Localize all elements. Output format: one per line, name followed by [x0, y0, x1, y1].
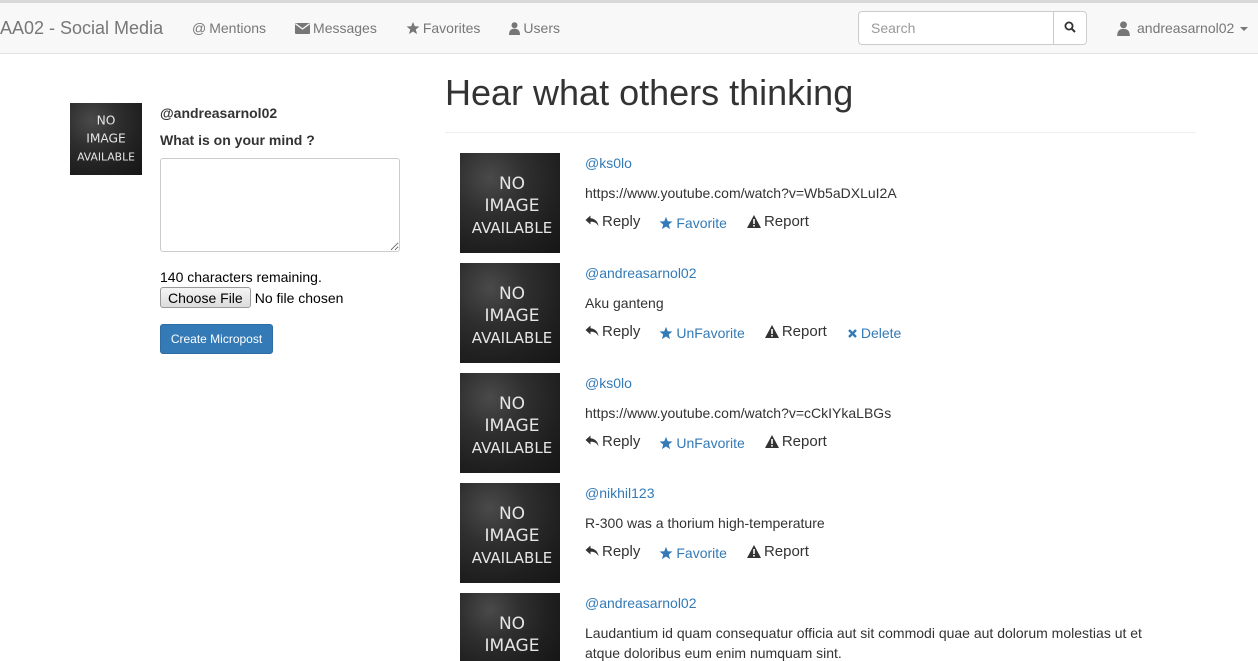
post-actions: Reply Favorite Report: [585, 211, 809, 231]
feed-divider: [445, 132, 1196, 133]
svg-text:NO: NO: [499, 614, 525, 634]
unfavorite-button[interactable]: UnFavorite: [659, 325, 745, 341]
post-content: https://www.youtube.com/watch?v=Wb5aDXLu…: [585, 185, 897, 201]
post-content: R-300 was a thorium high-temperature: [585, 515, 825, 531]
report-button[interactable]: Report: [764, 323, 827, 340]
svg-text:IMAGE: IMAGE: [485, 416, 540, 436]
close-icon: [847, 328, 858, 339]
search-button[interactable]: [1053, 11, 1087, 45]
post-image: NO IMAGE AVAILABLE: [460, 263, 560, 363]
nav-links: @ Mentions Messages Favorites Users: [192, 20, 589, 36]
star-icon: [406, 21, 420, 35]
reply-icon: [585, 215, 599, 227]
svg-text:IMAGE: IMAGE: [86, 132, 126, 146]
user-icon: [509, 21, 521, 35]
brand-link[interactable]: AA02 - Social Media: [0, 18, 163, 39]
search-icon: [1064, 20, 1076, 36]
nav-users[interactable]: Users: [509, 20, 560, 36]
user-menu-dropdown[interactable]: andreasarnol02: [1117, 20, 1249, 36]
report-button[interactable]: Report: [764, 433, 827, 450]
warning-icon: [746, 214, 761, 228]
delete-button[interactable]: Delete: [847, 325, 901, 341]
favorite-button[interactable]: Favorite: [659, 545, 727, 561]
navbar: AA02 - Social Media @ Mentions Messages …: [0, 0, 1258, 54]
svg-text:IMAGE: IMAGE: [485, 636, 540, 656]
star-icon: [659, 326, 673, 340]
star-icon: [659, 436, 673, 450]
post-username[interactable]: @ks0lo: [585, 155, 632, 171]
svg-text:AVAILABLE: AVAILABLE: [472, 439, 552, 457]
svg-text:NO: NO: [499, 174, 525, 194]
report-button[interactable]: Report: [746, 543, 809, 560]
user-menu-label: andreasarnol02: [1137, 20, 1235, 36]
user-icon: [1117, 20, 1130, 36]
post-username[interactable]: @andreasarnol02: [585, 595, 697, 611]
warning-icon: [764, 324, 779, 338]
reply-button[interactable]: Reply: [585, 213, 640, 230]
post-actions: Reply UnFavorite Report Delete: [585, 321, 901, 341]
reply-button[interactable]: Reply: [585, 543, 640, 560]
post-username[interactable]: @nikhil123: [585, 485, 654, 501]
svg-text:NO: NO: [499, 284, 525, 304]
micropost-textarea[interactable]: [160, 158, 400, 252]
mind-prompt-label: What is on your mind ?: [160, 132, 315, 148]
favorite-button[interactable]: Favorite: [659, 215, 727, 231]
reply-icon: [585, 545, 599, 557]
feed-title: Hear what others thinking: [445, 72, 854, 113]
post-username[interactable]: @andreasarnol02: [585, 265, 697, 281]
star-icon: [659, 546, 673, 560]
svg-text:NO: NO: [499, 504, 525, 524]
svg-text:IMAGE: IMAGE: [485, 306, 540, 326]
svg-text:NO: NO: [499, 394, 525, 414]
svg-text:AVAILABLE: AVAILABLE: [472, 329, 552, 347]
post-actions: Reply UnFavorite Report: [585, 431, 827, 451]
report-button[interactable]: Report: [746, 213, 809, 230]
nav-messages[interactable]: Messages: [295, 20, 377, 36]
envelope-icon: [295, 22, 311, 34]
chars-remaining-counter: 140 characters remaining.: [160, 269, 322, 285]
post-image: NO IMAGE AVAILABLE: [460, 153, 560, 253]
svg-text:NO: NO: [97, 114, 116, 128]
reply-button[interactable]: Reply: [585, 323, 640, 340]
post-image: NO IMAGE: [460, 593, 560, 661]
nav-mentions[interactable]: @ Mentions: [192, 20, 266, 36]
reply-button[interactable]: Reply: [585, 433, 640, 450]
choose-file-button[interactable]: Choose File: [160, 287, 251, 308]
file-status: No file chosen: [254, 289, 344, 306]
post-image: NO IMAGE AVAILABLE: [460, 483, 560, 583]
warning-icon: [764, 434, 779, 448]
caret-down-icon: [1240, 26, 1249, 31]
post-username[interactable]: @ks0lo: [585, 375, 632, 391]
nav-messages-label: Messages: [313, 20, 377, 36]
sidebar-username: @andreasarnol02: [160, 105, 278, 121]
unfavorite-button[interactable]: UnFavorite: [659, 435, 745, 451]
svg-text:AVAILABLE: AVAILABLE: [472, 219, 552, 237]
svg-text:AVAILABLE: AVAILABLE: [472, 549, 552, 567]
post-content: https://www.youtube.com/watch?v=cCkIYkaL…: [585, 405, 892, 421]
svg-text:IMAGE: IMAGE: [485, 526, 540, 546]
nav-users-label: Users: [523, 20, 560, 36]
svg-text:AVAILABLE: AVAILABLE: [77, 151, 135, 164]
post-content: Laudantium id quam consequatur officia a…: [585, 625, 1142, 661]
create-micropost-button[interactable]: Create Micropost: [160, 324, 273, 354]
reply-icon: [585, 435, 599, 447]
svg-text:IMAGE: IMAGE: [485, 196, 540, 216]
profile-avatar: NO IMAGE AVAILABLE: [70, 103, 142, 175]
reply-icon: [585, 325, 599, 337]
nav-favorites-label: Favorites: [422, 20, 481, 36]
nav-favorites[interactable]: Favorites: [406, 20, 481, 36]
nav-mentions-label: Mentions: [209, 20, 267, 36]
post-actions: Reply Favorite Report: [585, 541, 809, 561]
star-icon: [659, 216, 673, 230]
search-input[interactable]: [858, 11, 1054, 45]
file-picker: Choose File No file chosen: [160, 287, 343, 308]
at-icon: @: [192, 20, 207, 36]
post-content: Aku ganteng: [585, 295, 664, 311]
warning-icon: [746, 544, 761, 558]
post-image: NO IMAGE AVAILABLE: [460, 373, 560, 473]
